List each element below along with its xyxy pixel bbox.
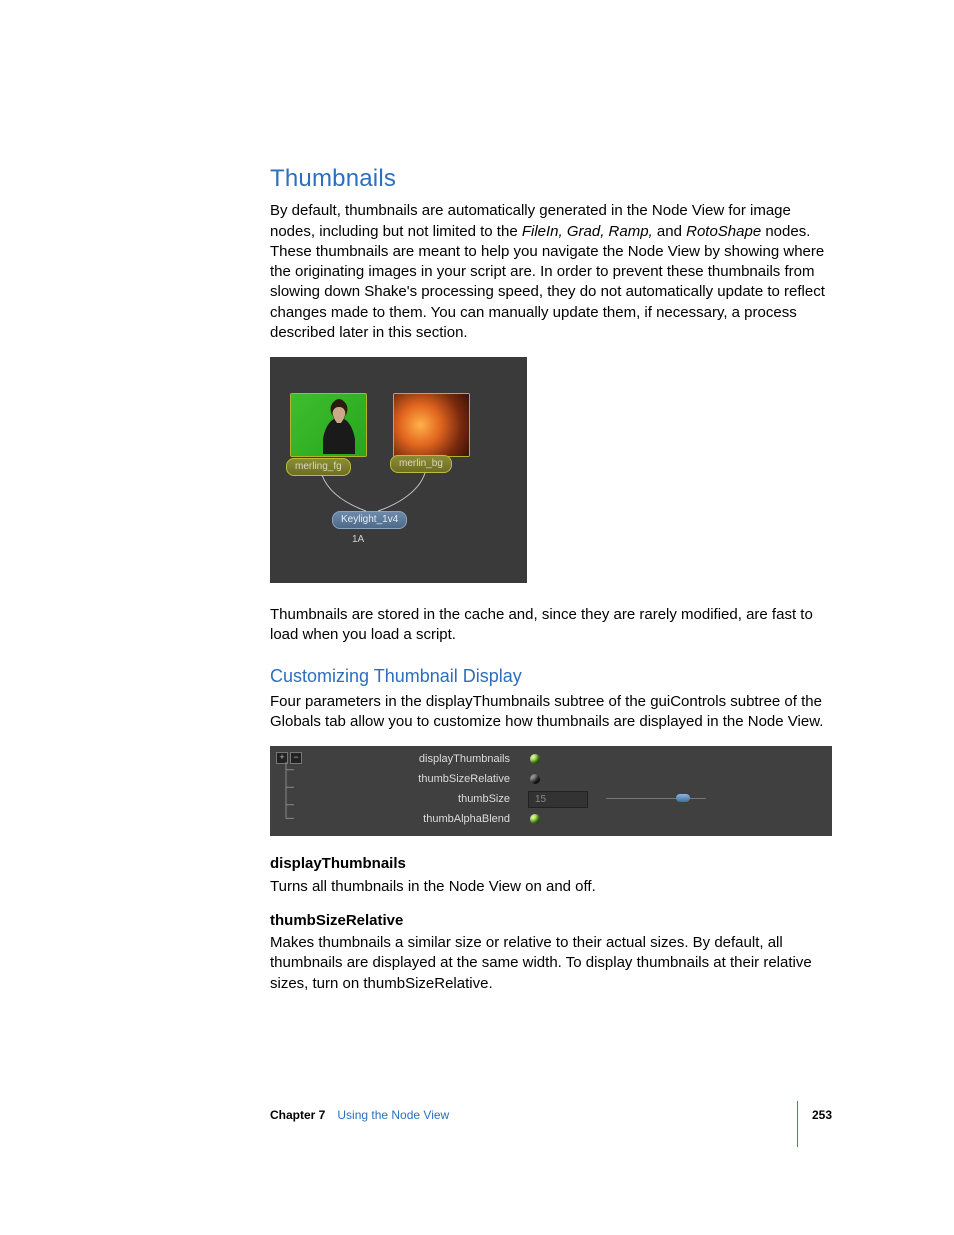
toggle-thumbalphablend[interactable] — [530, 814, 540, 824]
rotoshape-italic: RotoShape — [686, 223, 761, 240]
def-title-displaythumbnails: displayThumbnails — [270, 854, 832, 874]
footer-chapter: Chapter 7 — [270, 1107, 325, 1123]
intro-text-c: nodes. These thumbnails are meant to hel… — [270, 223, 825, 341]
customize-paragraph: Four parameters in the displayThumbnails… — [270, 692, 832, 733]
param-label-displaythumbnails: displayThumbnails — [290, 752, 524, 767]
footer-divider — [797, 1101, 798, 1147]
node-wires — [270, 357, 527, 583]
slider-track-line — [606, 798, 706, 799]
input-thumbsize[interactable]: 15 — [528, 791, 588, 808]
page-footer: Chapter 7 Using the Node View 253 — [270, 1101, 832, 1149]
slider-thumbsize[interactable] — [606, 797, 706, 801]
param-label-thumbsize: thumbSize — [290, 792, 524, 807]
nodeview-screenshot: merling_fg merlin_bg Keylight_1v4 1A — [270, 357, 527, 583]
parameter-panel: + − displayThumbnails thumbSizeRelative … — [270, 746, 832, 836]
intro-paragraph: By default, thumbnails are automatically… — [270, 201, 832, 343]
node-types-italic: FileIn, Grad, Ramp, — [522, 223, 653, 240]
definition-displaythumbnails: displayThumbnails Turns all thumbnails i… — [270, 854, 832, 897]
slider-knob[interactable] — [676, 794, 690, 802]
toggle-displaythumbnails[interactable] — [530, 754, 540, 764]
footer-chapter-title: Using the Node View — [337, 1107, 449, 1123]
node-annotation: 1A — [352, 533, 364, 547]
definition-thumbsizerelative: thumbSizeRelative Makes thumbnails a sim… — [270, 911, 832, 994]
footer-page-number: 253 — [794, 1107, 832, 1123]
content-column: Thumbnails By default, thumbnails are au… — [270, 163, 832, 1006]
def-body-displaythumbnails: Turns all thumbnails in the Node View on… — [270, 877, 832, 897]
section-heading: Thumbnails — [270, 163, 832, 195]
page: Thumbnails By default, thumbnails are au… — [0, 0, 954, 1235]
cache-paragraph: Thumbnails are stored in the cache and, … — [270, 605, 832, 646]
toggle-thumbsizerelative[interactable] — [530, 774, 540, 784]
def-title-thumbsizerelative: thumbSizeRelative — [270, 911, 832, 931]
intro-text-b: and — [653, 223, 686, 240]
subsection-heading: Customizing Thumbnail Display — [270, 664, 832, 688]
param-label-thumbsizerelative: thumbSizeRelative — [290, 772, 524, 787]
def-body-thumbsizerelative: Makes thumbnails a similar size or relat… — [270, 933, 832, 994]
param-label-thumbalphablend: thumbAlphaBlend — [290, 812, 524, 827]
